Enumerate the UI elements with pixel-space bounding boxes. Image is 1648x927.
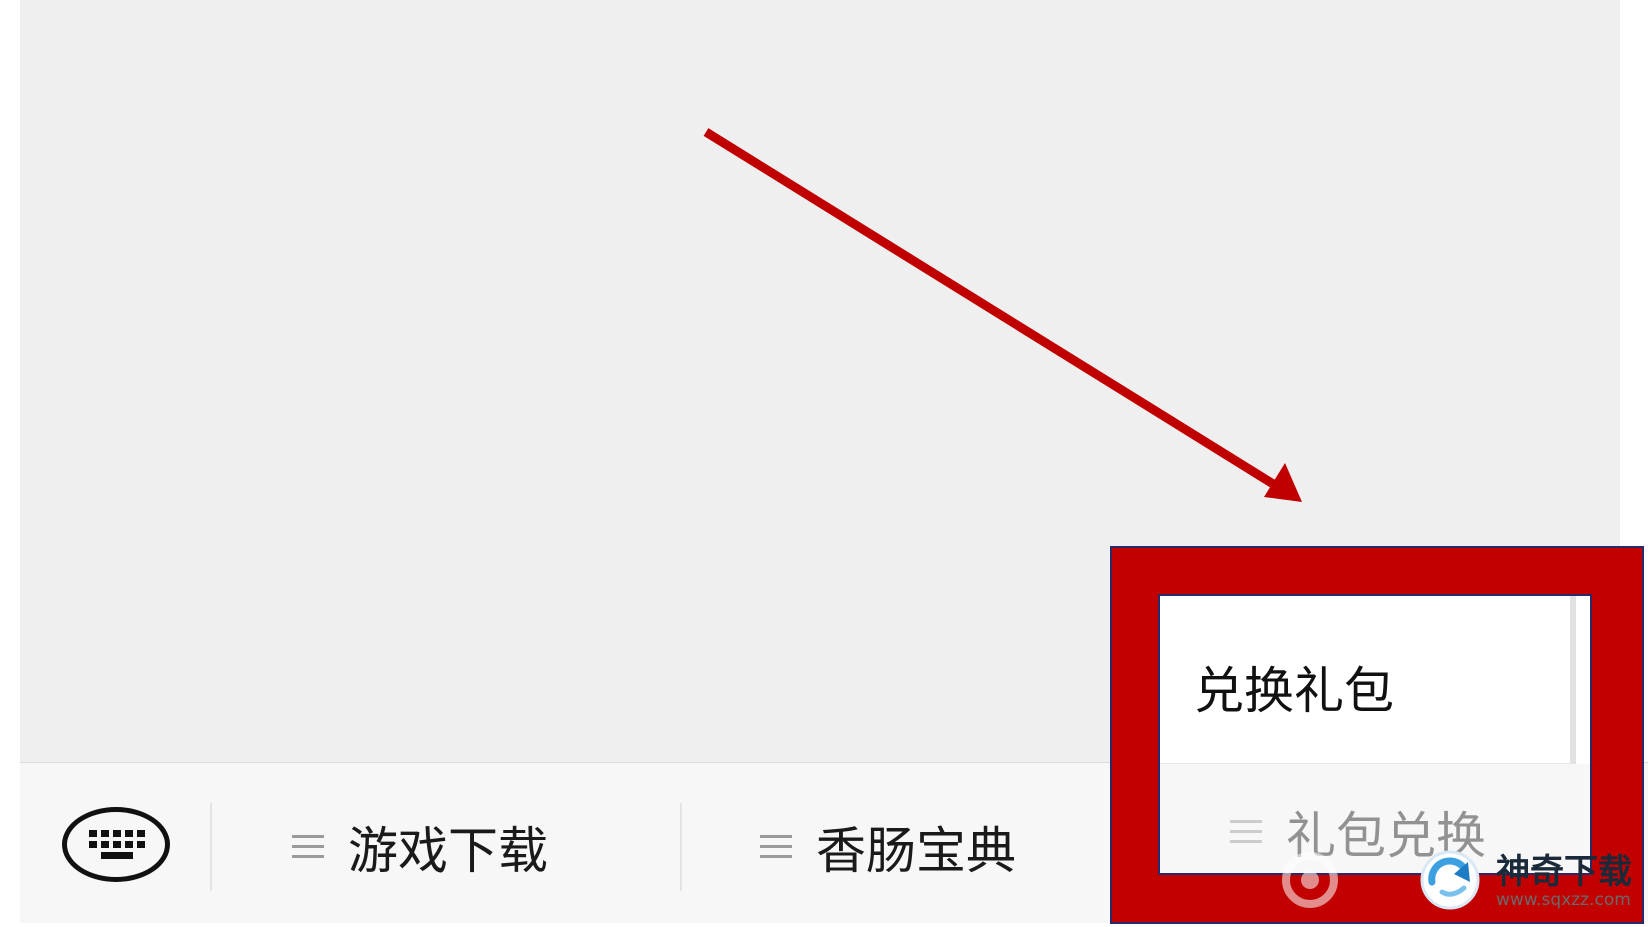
watermark: 神奇下载 www.sqxzz.com [1412, 840, 1648, 926]
popup-item-label: 兑换礼包 [1194, 662, 1394, 720]
menu-lines-icon [760, 835, 792, 859]
menu-lines-icon [1230, 820, 1262, 844]
menu-lines-icon [292, 835, 324, 859]
popup-menu: 兑换礼包 礼包兑换 [1158, 594, 1592, 875]
menu-divider [210, 803, 212, 891]
menu-item-label: 香肠宝典 [816, 822, 1016, 880]
keyboard-button[interactable] [62, 807, 170, 882]
watermark-title: 神奇下载 [1496, 852, 1632, 892]
popup-item-redeem-gift[interactable]: 兑换礼包 [1160, 596, 1576, 764]
menu-divider [680, 803, 682, 891]
menu-item-sausage-guide[interactable]: 香肠宝典 [760, 803, 1016, 891]
arrow-shaft [703, 128, 1281, 491]
watermark-url: www.sqxzz.com [1496, 890, 1631, 910]
watermark-logo-icon [1420, 850, 1480, 910]
app-screen: 游戏下载 香肠宝典 兑换礼包 礼包兑换 神奇下载 www.sqxzz.com [0, 0, 1648, 927]
watermark-faded-logo-icon [1282, 852, 1338, 908]
menu-item-game-download[interactable]: 游戏下载 [292, 803, 548, 891]
menu-item-label: 游戏下载 [348, 822, 548, 880]
keyboard-icon [87, 830, 145, 860]
